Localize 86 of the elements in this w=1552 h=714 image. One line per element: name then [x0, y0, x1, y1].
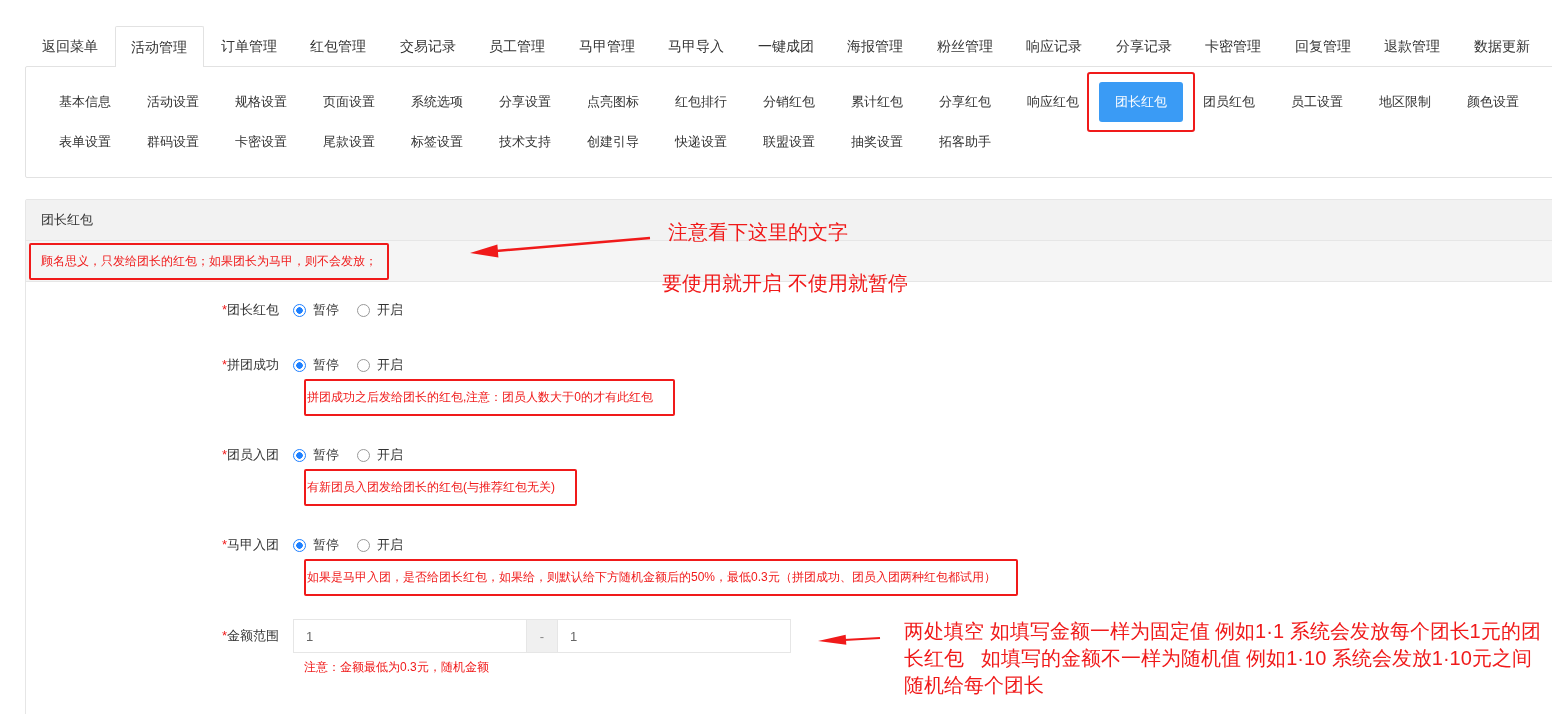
min-amount-input[interactable]: 1 — [293, 619, 527, 653]
radio-label: 暂停 — [313, 536, 339, 554]
hint-text: 有新团员入团发给团长的红包(与推荐红包无关) — [304, 469, 577, 506]
annotation-note: 注意看下这里的文字 — [668, 220, 848, 245]
notice-text: 顾名思义，只发给团长的红包；如果团长为马甲，则不会发放； — [29, 242, 389, 280]
subnav-tab[interactable]: 表单设置 — [49, 122, 121, 162]
nav-tab[interactable]: 退款管理 — [1367, 25, 1457, 66]
radio-label: 开启 — [377, 301, 403, 319]
subnav-tab[interactable]: 群码设置 — [137, 122, 209, 162]
subnav-tab[interactable]: 卡密设置 — [225, 122, 297, 162]
annotation-note: 两处填空 如填写金额一样为固定值 例如1·1 系统会发放每个团长1元的团长红包 如填写的金额不一样为随机值 例如1·10 系统会发放1·10元之间随机给每个团长 — [904, 619, 1542, 698]
radio-label: 开启 — [377, 536, 403, 554]
max-amount-input[interactable]: 1 — [557, 619, 791, 653]
radio-option[interactable]: 暂停 — [293, 356, 339, 374]
nav-tab[interactable]: 响应记录 — [1009, 25, 1099, 66]
field-label: 金额范围 — [227, 628, 279, 643]
subnav-tab[interactable]: 创建引导 — [577, 122, 649, 162]
nav-tab[interactable]: 分享记录 — [1099, 25, 1189, 66]
radio-icon[interactable] — [293, 448, 306, 462]
subnav-tab[interactable]: 尾款设置 — [313, 122, 385, 162]
subnav-tab[interactable]: 快递设置 — [665, 122, 737, 162]
subnav-tab[interactable]: 团员红包 — [1193, 82, 1265, 122]
subnav-tab[interactable]: 抽奖设置 — [841, 122, 913, 162]
nav-tab[interactable]: 马甲导入 — [651, 25, 741, 66]
nav-tab[interactable]: 红包管理 — [293, 25, 383, 66]
radio-label: 开启 — [377, 446, 403, 464]
subnav-tab[interactable]: 规格设置 — [225, 82, 297, 122]
field-label: 马甲入团 — [227, 537, 279, 552]
radio-icon[interactable] — [293, 358, 306, 372]
radio-label: 暂停 — [313, 446, 339, 464]
field-label: 拼团成功 — [227, 357, 279, 372]
subnav-tab[interactable]: 分享设置 — [489, 82, 561, 122]
nav-tab[interactable]: 数据更新 — [1457, 25, 1547, 66]
radio-option[interactable]: 暂停 — [293, 446, 339, 464]
required-mark: * — [221, 628, 227, 643]
radio-option[interactable]: 暂停 — [293, 301, 339, 319]
nav-tab[interactable]: 卡密管理 — [1188, 25, 1278, 66]
range-separator: - — [527, 619, 557, 653]
required-mark: * — [221, 357, 227, 372]
subnav-tab[interactable]: 联盟设置 — [753, 122, 825, 162]
nav-tab[interactable]: 马甲管理 — [562, 25, 652, 66]
radio-option[interactable]: 开启 — [357, 446, 403, 464]
nav-tab[interactable]: 活动管理 — [114, 26, 204, 67]
subnav-tab[interactable]: 分销红包 — [753, 82, 825, 122]
subnav-tab[interactable]: 活动设置 — [137, 82, 209, 122]
nav-tab[interactable]: 回复管理 — [1278, 25, 1368, 66]
subnav-tab[interactable]: 技术支持 — [489, 122, 561, 162]
radio-label: 暂停 — [313, 301, 339, 319]
subnav-tab[interactable]: 系统选项 — [401, 82, 473, 122]
subnav-tab[interactable]: 点亮图标 — [577, 82, 649, 122]
subnav-tab[interactable]: 页面设置 — [313, 82, 385, 122]
hint-text: 拼团成功之后发给团长的红包,注意：团员人数大于0的才有此红包 — [304, 379, 675, 416]
subnav-tab[interactable]: 地区限制 — [1369, 82, 1441, 122]
nav-tab[interactable]: 订单管理 — [204, 25, 294, 66]
field-label: 团员入团 — [227, 447, 279, 462]
field-label: 团长红包 — [227, 302, 279, 317]
subnav-tab[interactable]: 颜色设置 — [1457, 82, 1529, 122]
nav-tab[interactable]: 海报管理 — [830, 25, 920, 66]
subnav-tab[interactable]: 累计红包 — [841, 82, 913, 122]
radio-option[interactable]: 开启 — [357, 536, 403, 554]
radio-option[interactable]: 暂停 — [293, 536, 339, 554]
nav-tab[interactable]: 一键成团 — [741, 25, 831, 66]
annotation-note: 要使用就开启 不使用就暂停 — [662, 271, 908, 296]
subnav-tab[interactable]: 基本信息 — [49, 82, 121, 122]
nav-tab[interactable]: 交易记录 — [383, 25, 473, 66]
required-mark: * — [221, 447, 227, 462]
radio-icon[interactable] — [293, 538, 306, 552]
nav-tab[interactable]: 返回菜单 — [25, 25, 115, 66]
nav-tab[interactable]: 粉丝管理 — [920, 25, 1010, 66]
required-mark: * — [221, 302, 227, 317]
hint-text: 如果是马甲入团，是否给团长红包，如果给，则默认给下方随机金额后的50%，最低0.3元（拼团成功、团员入团两种红包都试用） — [304, 559, 1018, 596]
radio-label: 开启 — [377, 356, 403, 374]
nav-tab[interactable]: 员工管理 — [472, 25, 562, 66]
subnav-tab[interactable]: 标签设置 — [401, 122, 473, 162]
subnav-tab[interactable]: 红包排行 — [665, 82, 737, 122]
required-mark: * — [221, 537, 227, 552]
radio-option[interactable]: 开启 — [357, 301, 403, 319]
subnav-tab[interactable]: 响应红包 — [1017, 82, 1089, 122]
radio-label: 暂停 — [313, 356, 339, 374]
subnav-tab[interactable]: 分享红包 — [929, 82, 1001, 122]
subnav-tab[interactable]: 员工设置 — [1281, 82, 1353, 122]
subnav-tab[interactable]: 拓客助手 — [929, 122, 1001, 162]
hint-text: 注意：金额最低为0.3元，随机金额 — [304, 659, 489, 676]
radio-option[interactable]: 开启 — [357, 356, 403, 374]
radio-icon[interactable] — [293, 303, 306, 317]
panel-title: 团长红包 — [41, 211, 93, 229]
